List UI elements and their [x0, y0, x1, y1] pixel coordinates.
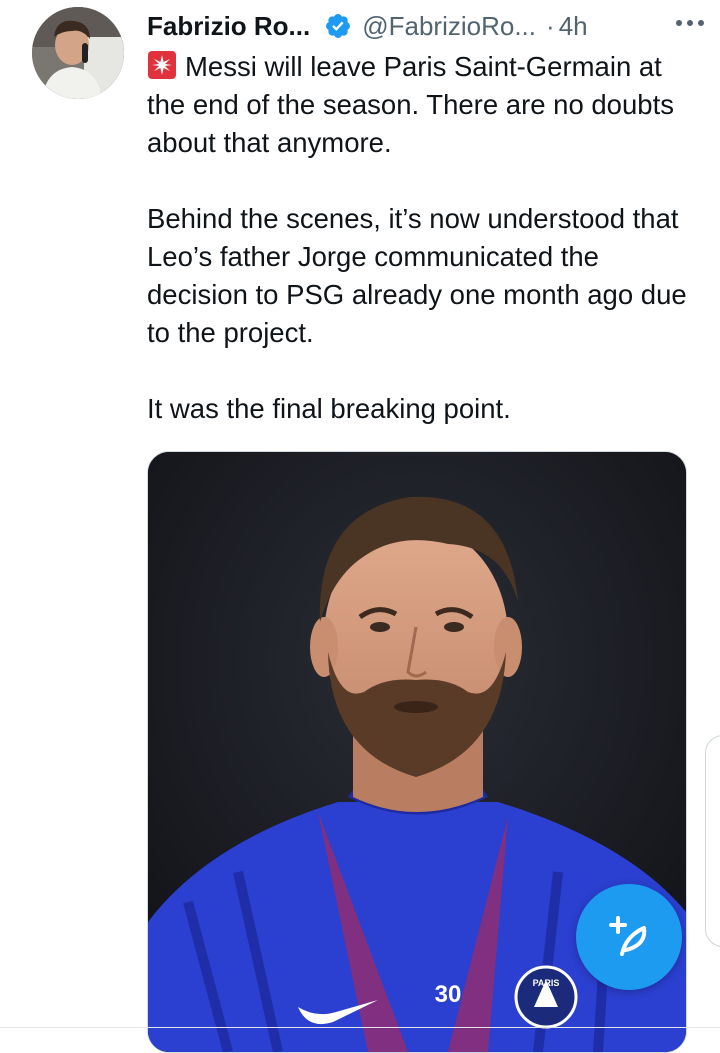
more-options-button[interactable] [670, 8, 710, 38]
tweet-paragraph-2: Behind the scenes, it’s now understood t… [147, 203, 687, 348]
compose-tweet-button[interactable] [576, 884, 682, 990]
side-edge-panel[interactable] [705, 735, 720, 947]
tweet-paragraph-3: It was the final breaking point. [147, 393, 511, 424]
rotating-light-icon [147, 50, 177, 80]
jersey-number: 30 [435, 981, 462, 1008]
compose-feather-icon [609, 916, 647, 956]
tweet-paragraph-1: Messi will leave Paris Saint-Germain at … [147, 48, 707, 162]
tweet-line-1: Messi will leave Paris Saint-Germain at … [147, 51, 674, 158]
tweet-header: Fabrizio Ro... @FabrizioRo... · 4h [147, 6, 720, 46]
tweet-body: Messi will leave Paris Saint-Germain at … [147, 48, 707, 428]
verified-badge-icon [324, 12, 352, 40]
meta-separator: · [546, 10, 555, 41]
author-avatar[interactable] [32, 7, 124, 99]
crest-text: PARIS [533, 978, 560, 988]
author-name[interactable]: Fabrizio Ro... [147, 11, 310, 42]
more-dots-icon [676, 20, 704, 26]
tweet-timestamp[interactable]: 4h [559, 11, 588, 42]
bottom-divider [0, 1027, 720, 1028]
author-handle[interactable]: @FabrizioRo... [362, 11, 536, 42]
avatar-photo [32, 7, 124, 99]
